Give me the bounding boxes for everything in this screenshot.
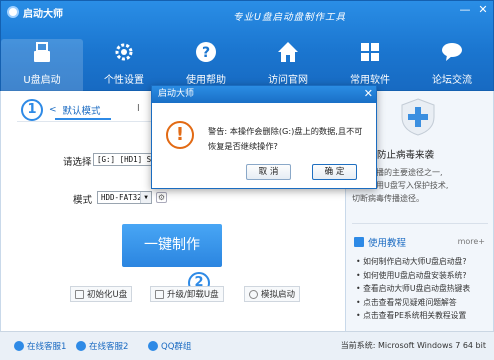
tool-label: 初始化U盘 — [87, 290, 128, 300]
nav-label: 个性设置 — [104, 75, 144, 86]
tutorial-header: 使用教程 — [354, 235, 406, 249]
nav-label: 常用软件 — [350, 75, 390, 86]
app-logo: 启动大师 — [7, 5, 63, 20]
upgrade-icon — [155, 289, 164, 299]
tutorial-link[interactable]: • 如何使用U盘启动盘安装系统? — [356, 269, 470, 283]
tutorial-list: • 如何制作启动大师U盘启动盘? • 如何使用U盘启动盘安装系统? • 查看启动… — [356, 255, 470, 323]
upgrade-uninstall-button[interactable]: 升级/卸载U盘 — [150, 286, 224, 302]
disk-select[interactable]: [G:] [HD1] Sa — [93, 153, 153, 166]
online-service-2-link[interactable]: 在线客服2 — [76, 340, 128, 352]
footer-label: QQ群组 — [161, 342, 192, 352]
svg-text:?: ? — [202, 45, 210, 61]
active-tab-indicator — [55, 118, 111, 120]
app-slogan: 专业U盘启动盘制作工具 — [233, 12, 346, 23]
footer-label: 在线客服2 — [89, 342, 129, 352]
tutorial-link[interactable]: • 如何制作启动大师U盘启动盘? — [356, 255, 470, 269]
service-icon — [14, 341, 24, 351]
tutorial-link[interactable]: • 查看启动大师U盘启动盘热键表 — [356, 282, 470, 296]
warning-icon: ! — [166, 121, 194, 149]
tutorial-title: 使用教程 — [368, 238, 407, 249]
init-usb-button[interactable]: 初始化U盘 — [70, 286, 133, 302]
window-controls: — ✕ — [459, 4, 489, 16]
mode-label: 模式 — [73, 195, 93, 206]
nav-label: 论坛交流 — [432, 75, 472, 86]
qq-icon — [148, 341, 158, 351]
mode-settings-icon[interactable]: ⚙ — [156, 192, 167, 203]
usb-icon — [34, 42, 50, 62]
tool-label: 模拟启动 — [261, 290, 296, 300]
book-icon — [354, 237, 364, 247]
gear-icon — [115, 43, 133, 61]
dialog-title: 启动大师 — [152, 86, 376, 103]
app-title: 启动大师 — [23, 8, 63, 20]
system-version: 当前系统: Microsoft Windows 7 64 bit — [340, 341, 486, 350]
warning-dialog: 启动大师 ✕ ! 警告: 本操作会删除(G:)盘上的数据,且不可恢复是否继续操作… — [151, 85, 377, 189]
app-header: 启动大师 专业U盘启动盘制作工具 — ✕ U盘启动 个性设置 ? 使用帮助 访问… — [0, 0, 494, 92]
tool-label: 升级/卸载U盘 — [167, 290, 219, 300]
security-line: 切断病毒传播途径。 — [352, 194, 424, 203]
dialog-close-icon[interactable]: ✕ — [364, 87, 373, 100]
nav-usb-boot[interactable]: U盘启动 — [1, 39, 83, 92]
chat-icon — [442, 43, 462, 61]
nav-label: 使用帮助 — [186, 75, 226, 86]
ok-button[interactable]: 确 定 — [312, 164, 357, 180]
service-icon — [76, 341, 86, 351]
qq-group-link[interactable]: QQ群组 — [148, 340, 191, 352]
home-icon — [278, 42, 298, 62]
close-button[interactable]: ✕ — [477, 4, 489, 16]
simulate-boot-button[interactable]: 模拟启动 — [244, 286, 301, 302]
shield-icon — [401, 98, 435, 136]
logo-icon — [7, 6, 19, 18]
panel-divider — [352, 223, 488, 224]
share-icon: < — [49, 105, 57, 115]
mode-select[interactable]: HDD-FAT32 ▼ — [97, 191, 152, 204]
one-click-make-button[interactable]: 一键制作 — [122, 224, 222, 267]
help-icon: ? — [196, 42, 216, 62]
nav-label: 访问官网 — [268, 75, 308, 86]
select-disk-label: 请选择 — [63, 157, 92, 168]
more-link[interactable]: more+ — [458, 237, 485, 246]
step-1-marker: 1 — [21, 99, 43, 121]
nav-label: U盘启动 — [23, 75, 61, 86]
online-service-1-link[interactable]: 在线客服1 — [14, 340, 66, 352]
minimize-button[interactable]: — — [459, 4, 471, 16]
tutorial-link[interactable]: • 点击查看PE系统相关教程设置 — [356, 309, 470, 323]
chevron-down-icon: ▼ — [140, 192, 151, 203]
apps-icon — [361, 43, 379, 61]
tab-default-mode[interactable]: 默认模式 — [63, 103, 101, 117]
cancel-button[interactable]: 取 消 — [246, 164, 291, 180]
tutorial-link[interactable]: • 点击查看常见疑难问题解答 — [356, 296, 470, 310]
nav-forum[interactable]: 论坛交流 — [411, 39, 493, 92]
tab-other-mode[interactable]: I — [137, 103, 140, 114]
status-bar: 在线客服1 在线客服2 QQ群组 当前系统: Microsoft Windows… — [0, 331, 494, 360]
dialog-message: 警告: 本操作会删除(G:)盘上的数据,且不可恢复是否继续操作? — [208, 126, 363, 151]
footer-label: 在线客服1 — [27, 342, 67, 352]
format-icon — [75, 289, 84, 299]
simulate-icon — [249, 289, 258, 299]
